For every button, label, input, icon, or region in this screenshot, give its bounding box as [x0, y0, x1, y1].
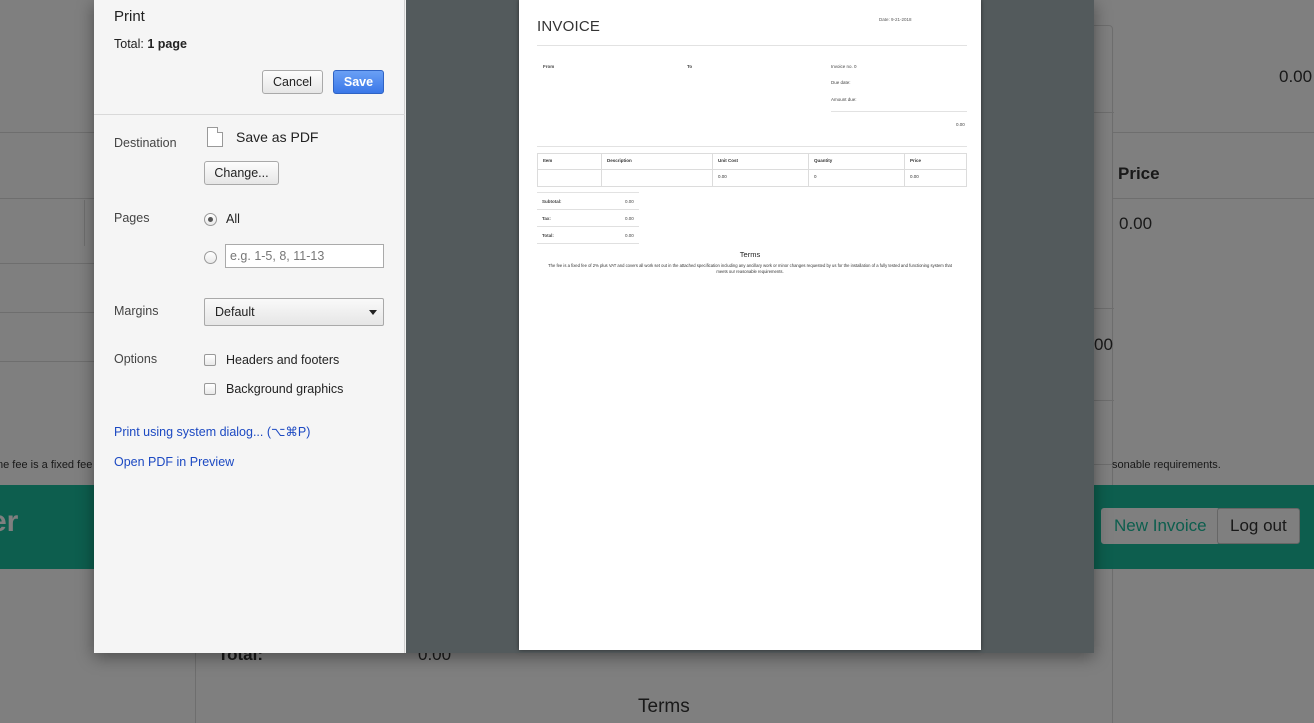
pages-all-radio[interactable] — [204, 213, 217, 226]
table-header-unit-cost: Unit Cost — [712, 153, 809, 170]
pages-custom-radio[interactable] — [204, 251, 217, 264]
pages-label: Pages — [114, 211, 150, 225]
preview-amount-value: 0.00 — [956, 122, 965, 127]
margins-selected-value: Default — [215, 305, 255, 319]
preview-terms-text: The fee is a fixed fee of 2% plus VAT an… — [548, 263, 952, 274]
chevron-down-icon — [369, 310, 377, 315]
change-destination-button[interactable]: Change... — [204, 161, 279, 185]
table-cell-unit-cost: 0.00 — [712, 169, 809, 187]
preview-due-date: Due date: — [831, 80, 851, 85]
headers-footers-checkbox[interactable] — [204, 354, 216, 366]
preview-from-label: From — [543, 64, 555, 69]
margins-label: Margins — [114, 304, 159, 318]
preview-page: INVOICE Date: 9-21-2018 From To Invoice … — [519, 0, 981, 650]
pdf-file-icon — [207, 127, 223, 147]
preview-invoice-title: INVOICE — [537, 18, 601, 35]
preview-tax-label: Tax: — [542, 216, 551, 221]
preview-divider — [537, 146, 967, 147]
table-header-quantity: Quantity — [808, 153, 905, 170]
preview-terms-heading: Terms — [739, 250, 761, 259]
table-header-item: Item — [537, 153, 602, 170]
preview-total-row: Total: 0.00 — [537, 227, 639, 244]
preview-subtotal-row: Subtotal: 0.00 — [537, 193, 639, 210]
table-cell-description — [601, 169, 713, 187]
destination-value: Save as PDF — [236, 129, 319, 145]
pages-range-input[interactable] — [225, 244, 384, 268]
preview-subtotal-label: Subtotal: — [542, 199, 562, 204]
settings-divider — [94, 114, 405, 115]
print-dialog: Print Total: 1 page Cancel Save Destinat… — [94, 0, 1094, 653]
background-graphics-checkbox[interactable] — [204, 383, 216, 395]
print-settings-panel: Print Total: 1 page Cancel Save Destinat… — [94, 0, 405, 653]
preview-total-value: 0.00 — [625, 233, 634, 238]
destination-label: Destination — [114, 136, 177, 150]
table-header-price: Price — [904, 153, 967, 170]
preview-subtotal-value: 0.00 — [625, 199, 634, 204]
preview-amount-due: Amount due: — [831, 97, 857, 102]
table-header-description: Description — [601, 153, 713, 170]
table-cell-item — [537, 169, 602, 187]
preview-tax-value: 0.00 — [625, 216, 634, 221]
margins-select[interactable]: Default — [204, 298, 384, 326]
preview-date: Date: 9-21-2018 — [879, 17, 912, 22]
preview-to-label: To — [687, 64, 693, 69]
preview-divider — [831, 111, 967, 112]
page-count-value: 1 page — [147, 37, 187, 51]
background-graphics-label: Background graphics — [226, 382, 344, 396]
table-cell-quantity: 0 — [808, 169, 905, 187]
save-button[interactable]: Save — [333, 70, 384, 94]
preview-tax-row: Tax: 0.00 — [537, 210, 639, 227]
options-label: Options — [114, 352, 158, 366]
preview-total-label: Total: — [542, 233, 554, 238]
headers-footers-label: Headers and footers — [226, 353, 340, 367]
table-cell-price: 0.00 — [904, 169, 967, 187]
cancel-button[interactable]: Cancel — [262, 70, 323, 94]
preview-invoice-no: Invoice no. 0 — [831, 64, 857, 69]
preview-items-table: Item Description Unit Cost Quantity Pric… — [537, 153, 967, 187]
page-count-prefix: Total: — [114, 37, 148, 51]
open-pdf-preview-link[interactable]: Open PDF in Preview — [114, 455, 234, 469]
pages-all-label: All — [226, 212, 240, 226]
page-count: Total: 1 page — [114, 37, 187, 51]
system-dialog-link[interactable]: Print using system dialog... (⌥⌘P) — [114, 424, 310, 439]
preview-divider — [537, 45, 967, 46]
print-title: Print — [114, 8, 145, 25]
print-preview-area[interactable]: INVOICE Date: 9-21-2018 From To Invoice … — [406, 0, 1094, 653]
